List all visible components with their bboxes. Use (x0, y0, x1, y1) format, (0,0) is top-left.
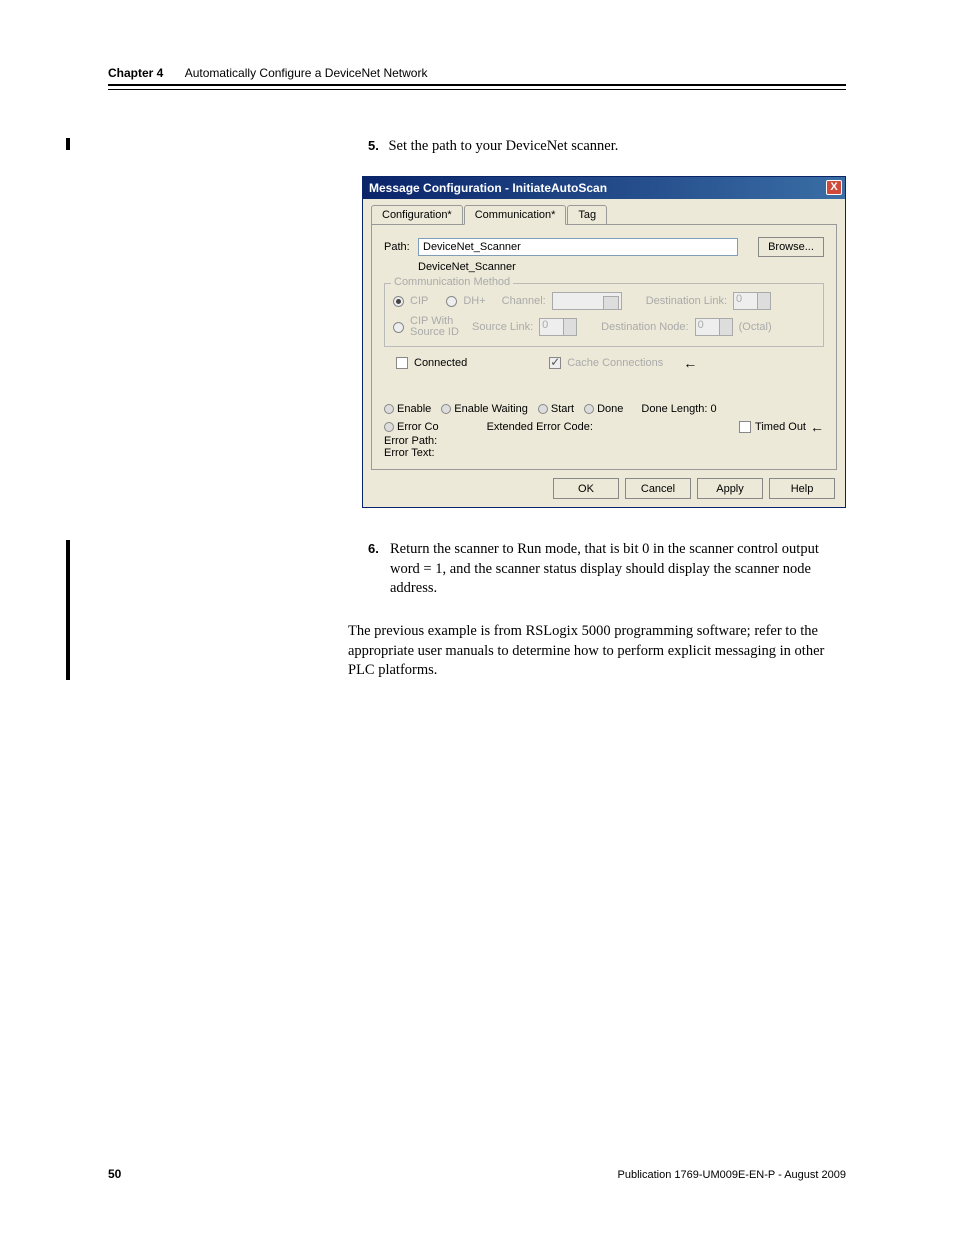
cache-connections-checkbox[interactable] (549, 357, 561, 369)
communication-panel: Path: Browse... DeviceNet_Scanner Commun… (371, 224, 837, 470)
step-6-text: Return the scanner to Run mode, that is … (390, 540, 846, 599)
step-6-number: 6. (368, 540, 379, 558)
path-label: Path: (384, 241, 418, 253)
dhplus-label: DH+ (463, 295, 485, 307)
change-bar (66, 540, 70, 680)
arrow-left-icon: ← (810, 419, 824, 435)
done-label: Done (597, 403, 623, 415)
error-co-label: Error Co (397, 421, 439, 433)
timed-out-label: Timed Out (755, 421, 806, 433)
enable-waiting-label: Enable Waiting (454, 403, 528, 415)
path-input[interactable] (418, 238, 738, 256)
header-rule-thin (108, 89, 846, 90)
connected-checkbox[interactable] (396, 357, 408, 369)
enable-indicator (384, 404, 394, 414)
chapter-label: Chapter 4 (108, 66, 163, 80)
tab-communication[interactable]: Communication* (464, 205, 567, 225)
cip-with-label: CIP With Source ID (410, 316, 466, 338)
start-label: Start (551, 403, 574, 415)
header-rule-thick (108, 84, 846, 86)
chapter-title: Automatically Configure a DeviceNet Netw… (185, 66, 428, 80)
paragraph: The previous example is from RSLogix 500… (348, 622, 846, 681)
dialog-title-text: Message Configuration - InitiateAutoScan (369, 181, 607, 195)
start-indicator (538, 404, 548, 414)
source-link-label: Source Link: (472, 321, 533, 333)
dhplus-radio[interactable] (446, 296, 457, 307)
communication-method-group: Communication Method CIP DH+ Channel: De… (384, 283, 824, 347)
cip-radio[interactable] (393, 296, 404, 307)
ok-button[interactable]: OK (553, 478, 619, 499)
cache-connections-label: Cache Connections (567, 357, 663, 369)
extended-error-label: Extended Error Code: (487, 421, 593, 433)
octal-label: (Octal) (739, 321, 772, 333)
timed-out-checkbox[interactable] (739, 421, 751, 433)
browse-button[interactable]: Browse... (758, 237, 824, 257)
dialog-buttons: OK Cancel Apply Help (553, 478, 835, 499)
tab-configuration[interactable]: Configuration* (371, 205, 463, 224)
step-5-number: 5. (368, 138, 379, 153)
step-6: 6. Return the scanner to Run mode, that … (368, 540, 846, 599)
tab-tag[interactable]: Tag (567, 205, 607, 224)
change-bar (66, 138, 70, 150)
communication-method-label: Communication Method (391, 276, 513, 288)
source-link-value: 0 (542, 319, 548, 331)
apply-button[interactable]: Apply (697, 478, 763, 499)
dialog-titlebar: Message Configuration - InitiateAutoScan… (363, 177, 845, 199)
source-link-spin[interactable]: 0 (539, 318, 577, 336)
cip-label: CIP (410, 295, 428, 307)
channel-label: Channel: (502, 295, 546, 307)
enable-label: Enable (397, 403, 431, 415)
error-path-label: Error Path: (384, 435, 824, 447)
close-button[interactable]: X (826, 180, 842, 195)
path-display: DeviceNet_Scanner (418, 261, 824, 273)
channel-combo[interactable] (552, 292, 622, 310)
close-icon: X (830, 181, 837, 193)
dest-link-value: 0 (736, 293, 742, 305)
cancel-button[interactable]: Cancel (625, 478, 691, 499)
arrow-left-icon: ← (683, 355, 697, 371)
dest-link-label: Destination Link: (646, 295, 727, 307)
done-indicator (584, 404, 594, 414)
page-header: Chapter 4 Automatically Configure a Devi… (108, 66, 846, 80)
tab-strip: Configuration* Communication* Tag (371, 205, 845, 224)
enable-waiting-indicator (441, 404, 451, 414)
publication-info: Publication 1769-UM009E-EN-P - August 20… (618, 1169, 847, 1181)
message-configuration-dialog: Message Configuration - InitiateAutoScan… (362, 176, 846, 508)
done-length-label: Done Length: 0 (641, 403, 716, 415)
dest-node-label: Destination Node: (601, 321, 688, 333)
page-number: 50 (108, 1167, 121, 1181)
error-indicator (384, 422, 394, 432)
step-5: 5. Set the path to your DeviceNet scanne… (368, 138, 618, 155)
step-5-text: Set the path to your DeviceNet scanner. (388, 138, 618, 154)
connected-label: Connected (414, 357, 467, 369)
dest-link-spin[interactable]: 0 (733, 292, 771, 310)
dest-node-spin[interactable]: 0 (695, 318, 733, 336)
help-button[interactable]: Help (769, 478, 835, 499)
cip-with-radio[interactable] (393, 322, 404, 333)
error-text-label: Error Text: (384, 447, 824, 459)
dest-node-value: 0 (698, 319, 704, 331)
